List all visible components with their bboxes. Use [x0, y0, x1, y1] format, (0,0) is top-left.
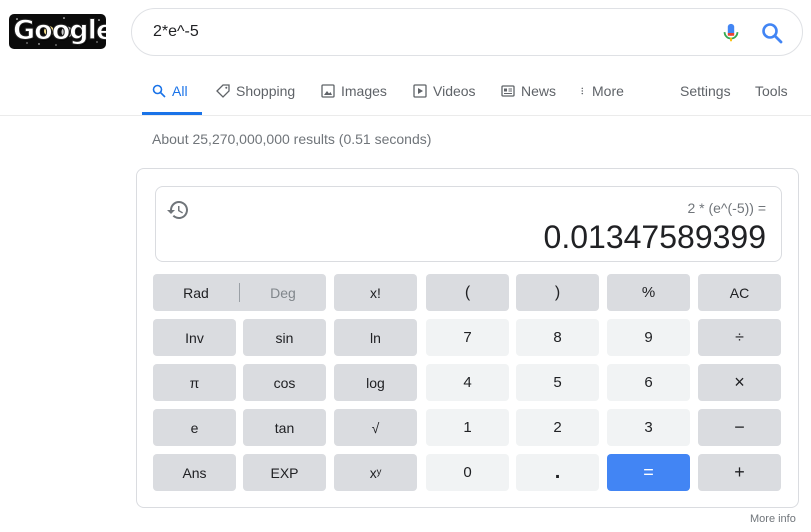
calculator-expression: 2 * (e^(-5)) = [687, 200, 766, 216]
sqrt-button[interactable]: √ [334, 409, 417, 446]
euler-e-button[interactable]: e [153, 409, 236, 446]
deg-button[interactable]: Deg [240, 274, 326, 311]
digit-8-button[interactable]: 8 [516, 319, 599, 356]
open-paren-button[interactable]: ( [426, 274, 509, 311]
digit-7-button[interactable]: 7 [426, 319, 509, 356]
tab-label: Videos [433, 83, 476, 99]
tab-label: News [521, 83, 557, 99]
google-doodle-logo[interactable]: Google [9, 14, 106, 49]
tab-shopping[interactable]: Shopping [216, 74, 295, 115]
percent-button[interactable]: % [607, 274, 690, 311]
cos-button[interactable]: cos [243, 364, 326, 401]
tab-videos[interactable]: Videos [413, 74, 476, 115]
tab-label: All [172, 83, 188, 99]
tab-label: Tools [755, 83, 788, 99]
divide-button[interactable]: ÷ [698, 319, 781, 356]
video-icon [413, 84, 427, 98]
close-paren-button[interactable]: ) [516, 274, 599, 311]
minus-button[interactable]: − [698, 409, 781, 446]
more-info-link[interactable]: More info [750, 513, 796, 525]
exp-button[interactable]: EXP [243, 454, 326, 491]
inverse-button[interactable]: Inv [153, 319, 236, 356]
answer-button[interactable]: Ans [153, 454, 236, 491]
mic-icon[interactable] [720, 21, 742, 45]
log-button[interactable]: log [334, 364, 417, 401]
tab-label: Settings [680, 83, 731, 99]
digit-0-button[interactable]: 0 [426, 454, 509, 491]
digit-5-button[interactable]: 5 [516, 364, 599, 401]
search-box [131, 8, 803, 56]
calculator-display: 2 * (e^(-5)) = 0.01347589399 [155, 186, 782, 262]
tab-settings[interactable]: Settings [680, 74, 731, 115]
logo-text: Google [12, 15, 106, 47]
digit-2-button[interactable]: 2 [516, 409, 599, 446]
tab-images[interactable]: Images [321, 74, 387, 115]
power-button[interactable]: xʸ [334, 454, 417, 491]
rad-deg-toggle[interactable]: Rad Deg [153, 274, 326, 311]
tab-label: More [592, 83, 624, 99]
digit-1-button[interactable]: 1 [426, 409, 509, 446]
image-icon [321, 84, 335, 98]
search-results-page: Google All Shopping Images [0, 0, 811, 532]
digit-6-button[interactable]: 6 [607, 364, 690, 401]
digit-9-button[interactable]: 9 [607, 319, 690, 356]
tab-more[interactable]: More [580, 74, 624, 115]
search-input[interactable] [153, 20, 693, 44]
tan-button[interactable]: tan [243, 409, 326, 446]
search-icon[interactable] [760, 21, 784, 45]
multiply-button[interactable]: × [698, 364, 781, 401]
calculator-result: 0.01347589399 [543, 219, 766, 255]
search-icon [152, 84, 166, 98]
newspaper-icon [501, 85, 515, 97]
factorial-button[interactable]: x! [334, 274, 417, 311]
digit-4-button[interactable]: 4 [426, 364, 509, 401]
tab-news[interactable]: News [501, 74, 556, 115]
tag-icon [216, 84, 230, 98]
pi-button[interactable]: π [153, 364, 236, 401]
digit-3-button[interactable]: 3 [607, 409, 690, 446]
ln-button[interactable]: ln [334, 319, 417, 356]
all-clear-button[interactable]: AC [698, 274, 781, 311]
tab-label: Images [341, 83, 387, 99]
more-vert-icon [581, 87, 584, 95]
plus-button[interactable]: + [698, 454, 781, 491]
tab-label: Shopping [236, 83, 296, 99]
sin-button[interactable]: sin [243, 319, 326, 356]
result-stats: About 25,270,000,000 results (0.51 secon… [152, 131, 432, 147]
rad-button[interactable]: Rad [153, 274, 239, 311]
calculator-card: 2 * (e^(-5)) = 0.01347589399 Rad Deg x! … [136, 168, 799, 508]
tab-all[interactable]: All [142, 74, 202, 115]
history-icon[interactable] [166, 198, 190, 222]
decimal-point-button[interactable]: . [516, 454, 599, 491]
search-tabs: All Shopping Images Videos News More Set… [0, 74, 811, 116]
tab-tools[interactable]: Tools [755, 74, 788, 115]
equals-button[interactable]: = [607, 454, 690, 491]
